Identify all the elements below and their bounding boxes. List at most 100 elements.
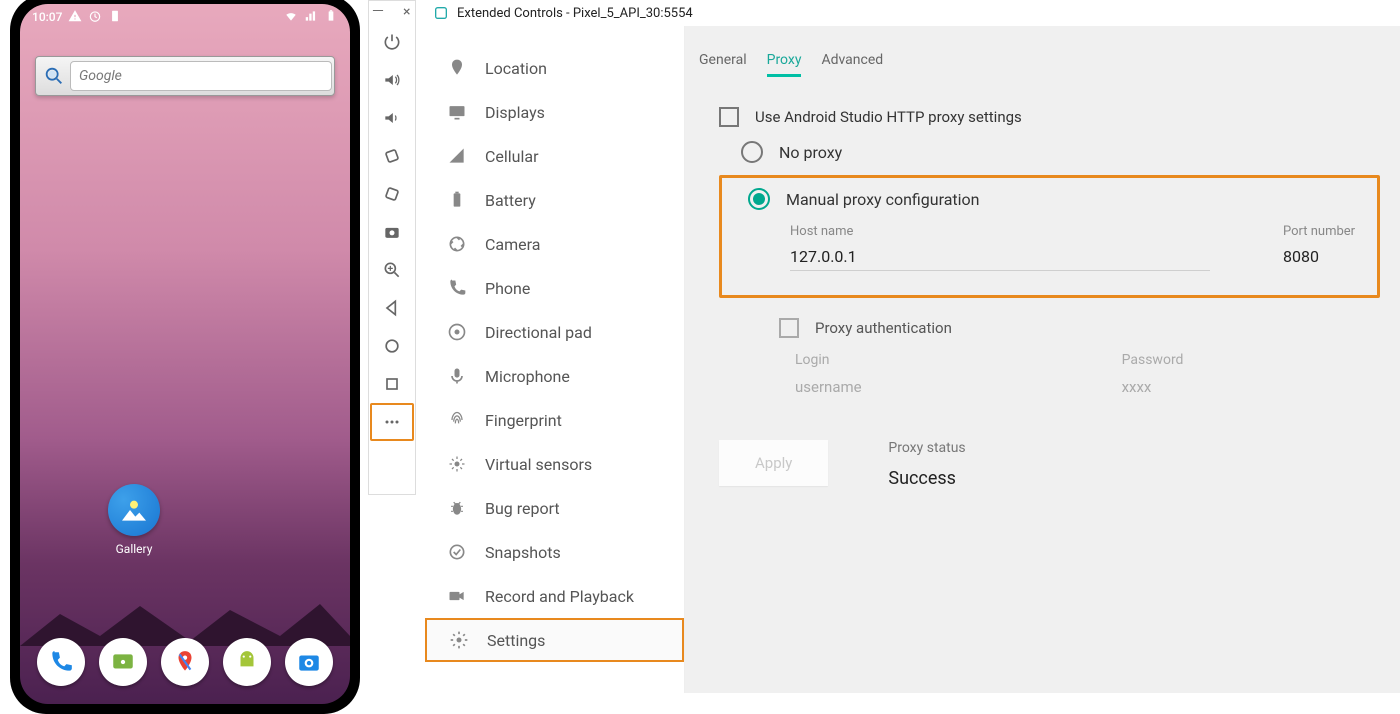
tab-proxy[interactable]: Proxy bbox=[767, 52, 802, 77]
sidebar-item-fingerprint[interactable]: Fingerprint bbox=[425, 398, 684, 442]
emulator-toolbar: － × bbox=[368, 0, 416, 495]
login-label: Login bbox=[795, 352, 862, 368]
sidebar-label: Snapshots bbox=[485, 543, 561, 562]
dock-android[interactable] bbox=[223, 638, 271, 686]
checkbox-icon[interactable] bbox=[779, 318, 799, 338]
sidebar-item-displays[interactable]: Displays bbox=[425, 90, 684, 134]
google-search-widget[interactable]: Google bbox=[35, 56, 335, 96]
port-field[interactable]: Port number 8080 bbox=[1283, 224, 1363, 271]
extended-sidebar: Location Displays Cellular Battery Camer… bbox=[425, 26, 685, 693]
search-icon bbox=[38, 60, 70, 92]
gallery-label: Gallery bbox=[108, 542, 160, 556]
proxy-status-block: Proxy status Success bbox=[888, 440, 965, 489]
password-field: Password xxxx bbox=[1122, 352, 1184, 396]
sidebar-label: Settings bbox=[487, 631, 545, 650]
checkbox-icon[interactable] bbox=[719, 107, 739, 127]
phone-frame: 10:07 Google bbox=[10, 0, 360, 714]
sidebar-label: Camera bbox=[485, 235, 540, 254]
proxy-auth-label: Proxy authentication bbox=[815, 319, 952, 337]
signal-icon bbox=[304, 9, 318, 26]
sidebar-label: Battery bbox=[485, 191, 536, 210]
window-title: Extended Controls - Pixel_5_API_30:5554 bbox=[457, 6, 693, 21]
extended-controls-window: Extended Controls - Pixel_5_API_30:5554 … bbox=[425, 0, 1400, 693]
android-dock bbox=[20, 628, 350, 696]
sidebar-label: Phone bbox=[485, 279, 530, 298]
sidebar-item-snapshots[interactable]: Snapshots bbox=[425, 530, 684, 574]
rotate-left-button[interactable] bbox=[370, 137, 414, 175]
page-icon bbox=[108, 9, 122, 26]
proxy-auth-row[interactable]: Proxy authentication bbox=[779, 318, 1386, 338]
password-label: Password bbox=[1122, 352, 1184, 368]
sidebar-item-battery[interactable]: Battery bbox=[425, 178, 684, 222]
sidebar-item-sensors[interactable]: Virtual sensors bbox=[425, 442, 684, 486]
tab-advanced[interactable]: Advanced bbox=[821, 52, 883, 77]
timer-icon bbox=[88, 9, 102, 26]
sidebar-item-camera[interactable]: Camera bbox=[425, 222, 684, 266]
home-button[interactable] bbox=[370, 327, 414, 365]
gallery-icon bbox=[108, 484, 160, 536]
settings-panel: General Proxy Advanced Use Android Studi… bbox=[685, 26, 1400, 693]
hostname-value[interactable]: 127.0.0.1 bbox=[790, 247, 1210, 271]
sidebar-label: Virtual sensors bbox=[485, 455, 592, 474]
wifi-icon bbox=[284, 9, 298, 26]
use-as-http-label: Use Android Studio HTTP proxy settings bbox=[755, 108, 1022, 126]
radio-checked-icon[interactable] bbox=[748, 188, 770, 210]
back-button[interactable] bbox=[370, 289, 414, 327]
dock-phone[interactable] bbox=[37, 638, 85, 686]
proxy-status-value: Success bbox=[888, 468, 965, 489]
sidebar-label: Displays bbox=[485, 103, 545, 122]
proxy-status-label: Proxy status bbox=[888, 440, 965, 456]
sidebar-item-bugreport[interactable]: Bug report bbox=[425, 486, 684, 530]
android-statusbar: 10:07 bbox=[20, 4, 350, 30]
dock-camera[interactable] bbox=[285, 638, 333, 686]
sidebar-item-location[interactable]: Location bbox=[425, 46, 684, 90]
manual-proxy-row[interactable]: Manual proxy configuration bbox=[748, 188, 1363, 210]
phone-screen[interactable]: 10:07 Google bbox=[20, 4, 350, 704]
power-button[interactable] bbox=[370, 23, 414, 61]
hostname-label: Host name bbox=[790, 224, 1223, 239]
no-proxy-label: No proxy bbox=[779, 143, 842, 162]
overview-button[interactable] bbox=[370, 365, 414, 403]
sidebar-item-cellular[interactable]: Cellular bbox=[425, 134, 684, 178]
no-proxy-row[interactable]: No proxy bbox=[741, 141, 1386, 163]
sidebar-item-record[interactable]: Record and Playback bbox=[425, 574, 684, 618]
sidebar-item-microphone[interactable]: Microphone bbox=[425, 354, 684, 398]
dock-maps[interactable] bbox=[161, 638, 209, 686]
sidebar-item-settings[interactable]: Settings bbox=[425, 618, 684, 662]
hostname-field[interactable]: Host name 127.0.0.1 bbox=[790, 224, 1223, 271]
port-label: Port number bbox=[1283, 224, 1363, 239]
statusbar-time: 10:07 bbox=[32, 10, 62, 24]
sidebar-label: Directional pad bbox=[485, 323, 592, 342]
sidebar-item-dpad[interactable]: Directional pad bbox=[425, 310, 684, 354]
app-icon bbox=[433, 5, 449, 21]
tab-general[interactable]: General bbox=[699, 52, 747, 77]
rotate-right-button[interactable] bbox=[370, 175, 414, 213]
warning-icon bbox=[68, 9, 82, 26]
volume-up-button[interactable] bbox=[370, 61, 414, 99]
screenshot-button[interactable] bbox=[370, 213, 414, 251]
use-as-http-proxy-row[interactable]: Use Android Studio HTTP proxy settings bbox=[719, 107, 1386, 127]
manual-proxy-label: Manual proxy configuration bbox=[786, 190, 979, 209]
sidebar-label: Bug report bbox=[485, 499, 560, 518]
window-title-bar: Extended Controls - Pixel_5_API_30:5554 bbox=[425, 0, 1400, 26]
login-value: username bbox=[795, 378, 862, 396]
sidebar-label: Cellular bbox=[485, 147, 539, 166]
password-value: xxxx bbox=[1122, 378, 1184, 396]
sidebar-label: Microphone bbox=[485, 367, 570, 386]
sidebar-label: Location bbox=[485, 59, 547, 78]
manual-proxy-highlight: Manual proxy configuration Host name 127… bbox=[719, 175, 1380, 298]
gallery-app[interactable]: Gallery bbox=[108, 484, 160, 556]
port-value[interactable]: 8080 bbox=[1283, 247, 1363, 271]
sidebar-item-phone[interactable]: Phone bbox=[425, 266, 684, 310]
more-button[interactable] bbox=[370, 403, 414, 441]
battery-icon bbox=[324, 9, 338, 26]
settings-tabs: General Proxy Advanced bbox=[685, 26, 1400, 77]
radio-icon[interactable] bbox=[741, 141, 763, 163]
search-placeholder[interactable]: Google bbox=[70, 61, 332, 91]
toolbar-window-controls[interactable]: － × bbox=[371, 3, 413, 23]
apply-button[interactable]: Apply bbox=[719, 440, 828, 486]
dock-messages[interactable] bbox=[99, 638, 147, 686]
zoom-button[interactable] bbox=[370, 251, 414, 289]
sidebar-label: Record and Playback bbox=[485, 587, 634, 606]
volume-down-button[interactable] bbox=[370, 99, 414, 137]
